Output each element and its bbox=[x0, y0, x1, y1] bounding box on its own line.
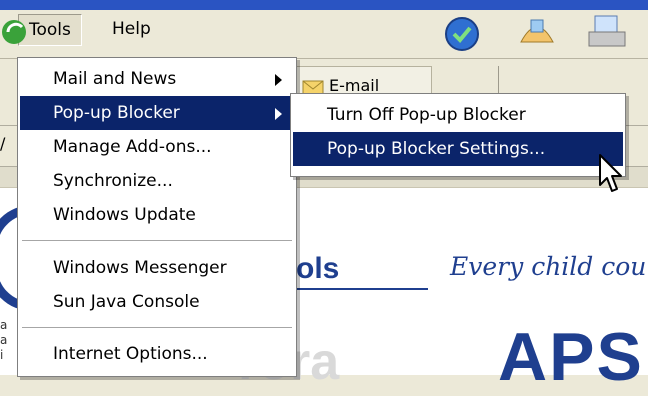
brand-fragment: ols bbox=[296, 252, 340, 285]
menu-item-synchronize[interactable]: Synchronize... bbox=[20, 164, 294, 198]
side-text: a a i bbox=[0, 318, 8, 362]
menu-item-turn-off-popup-blocker[interactable]: Turn Off Pop-up Blocker bbox=[293, 98, 623, 132]
brand-underline bbox=[296, 288, 428, 290]
edit-icon[interactable] bbox=[515, 10, 559, 54]
menu-item-popup-blocker-settings[interactable]: Pop-up Blocker Settings... bbox=[293, 132, 623, 166]
submenu-arrow-icon bbox=[275, 74, 282, 86]
menu-separator bbox=[22, 240, 292, 241]
messenger-icon[interactable] bbox=[440, 10, 484, 54]
menu-help[interactable]: Help bbox=[102, 14, 161, 44]
mouse-cursor-icon bbox=[598, 153, 624, 202]
address-icon: / bbox=[0, 134, 6, 153]
large-heading: APSI bbox=[498, 319, 648, 395]
tools-menu: Mail and News Pop-up Blocker Manage Add-… bbox=[17, 57, 297, 377]
menu-item-windows-update[interactable]: Windows Update bbox=[20, 198, 294, 232]
tagline: Every child coun bbox=[450, 252, 648, 281]
menu-item-mail-and-news[interactable]: Mail and News bbox=[20, 62, 294, 96]
menu-item-internet-options[interactable]: Internet Options... bbox=[20, 337, 294, 371]
menu-item-popup-blocker[interactable]: Pop-up Blocker bbox=[20, 96, 294, 130]
popup-blocker-submenu: Turn Off Pop-up Blocker Pop-up Blocker S… bbox=[290, 93, 626, 177]
menu-separator bbox=[22, 327, 292, 328]
print-icon[interactable] bbox=[585, 10, 629, 54]
refresh-icon[interactable] bbox=[2, 10, 46, 54]
submenu-arrow-icon bbox=[275, 108, 282, 120]
menu-item-manage-addons[interactable]: Manage Add-ons... bbox=[20, 130, 294, 164]
menu-item-sun-java-console[interactable]: Sun Java Console bbox=[20, 285, 294, 319]
menu-item-windows-messenger[interactable]: Windows Messenger bbox=[20, 251, 294, 285]
